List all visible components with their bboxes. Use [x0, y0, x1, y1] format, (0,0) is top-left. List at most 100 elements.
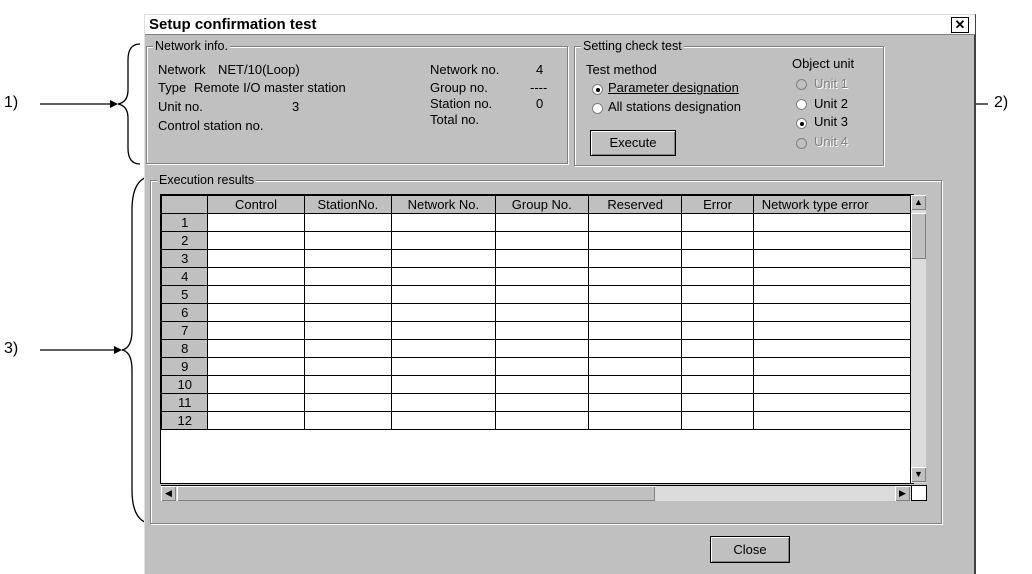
- table-row[interactable]: 9: [161, 357, 913, 376]
- table-cell[interactable]: [391, 285, 496, 304]
- table-cell[interactable]: [391, 375, 496, 394]
- row-number[interactable]: 5: [161, 285, 209, 304]
- table-row[interactable]: 4: [161, 267, 913, 286]
- table-cell[interactable]: [588, 213, 683, 232]
- table-cell[interactable]: [494, 321, 590, 340]
- table-cell[interactable]: [681, 375, 754, 394]
- table-cell[interactable]: [391, 249, 496, 268]
- unit3-label[interactable]: Unit 3: [814, 114, 848, 129]
- column-header[interactable]: Reserved: [588, 195, 683, 214]
- table-cell[interactable]: [588, 231, 683, 250]
- table-cell[interactable]: [207, 267, 305, 286]
- scroll-down-icon[interactable]: ▼: [911, 467, 926, 482]
- table-cell[interactable]: [681, 249, 754, 268]
- table-cell[interactable]: [391, 213, 496, 232]
- column-header[interactable]: Network type error: [752, 195, 913, 214]
- table-cell[interactable]: [752, 267, 913, 286]
- table-cell[interactable]: [303, 231, 393, 250]
- row-number[interactable]: 1: [161, 213, 209, 232]
- table-cell[interactable]: [681, 393, 754, 412]
- table-cell[interactable]: [752, 393, 913, 412]
- table-cell[interactable]: [303, 213, 393, 232]
- row-number[interactable]: 7: [161, 321, 209, 340]
- table-cell[interactable]: [681, 267, 754, 286]
- table-cell[interactable]: [207, 339, 305, 358]
- table-cell[interactable]: [303, 303, 393, 322]
- execute-button[interactable]: Execute: [590, 130, 676, 156]
- scroll-thumb[interactable]: [911, 213, 926, 259]
- column-header[interactable]: Error: [681, 195, 754, 214]
- row-number[interactable]: 11: [161, 393, 209, 412]
- table-cell[interactable]: [494, 267, 590, 286]
- table-cell[interactable]: [681, 213, 754, 232]
- table-cell[interactable]: [588, 357, 683, 376]
- scroll-right-icon[interactable]: ▶: [895, 486, 910, 501]
- table-cell[interactable]: [303, 267, 393, 286]
- table-cell[interactable]: [681, 321, 754, 340]
- table-cell[interactable]: [391, 393, 496, 412]
- close-icon[interactable]: ✕: [951, 17, 969, 33]
- table-cell[interactable]: [207, 357, 305, 376]
- scroll-left-icon[interactable]: ◀: [161, 486, 176, 501]
- table-cell[interactable]: [588, 375, 683, 394]
- row-number[interactable]: 4: [161, 267, 209, 286]
- table-cell[interactable]: [588, 321, 683, 340]
- table-row[interactable]: 5: [161, 285, 913, 304]
- table-cell[interactable]: [391, 321, 496, 340]
- table-cell[interactable]: [207, 231, 305, 250]
- table-cell[interactable]: [494, 339, 590, 358]
- table-row[interactable]: 8: [161, 339, 913, 358]
- table-row[interactable]: 6: [161, 303, 913, 322]
- table-cell[interactable]: [207, 249, 305, 268]
- table-cell[interactable]: [494, 375, 590, 394]
- table-cell[interactable]: [681, 303, 754, 322]
- table-cell[interactable]: [391, 339, 496, 358]
- table-cell[interactable]: [494, 303, 590, 322]
- table-cell[interactable]: [391, 303, 496, 322]
- table-cell[interactable]: [752, 375, 913, 394]
- table-row[interactable]: 3: [161, 249, 913, 268]
- table-cell[interactable]: [752, 231, 913, 250]
- table-cell[interactable]: [752, 213, 913, 232]
- table-cell[interactable]: [303, 285, 393, 304]
- results-grid[interactable]: Control StationNo. Network No. Group No.…: [160, 194, 914, 484]
- table-cell[interactable]: [391, 357, 496, 376]
- table-cell[interactable]: [303, 393, 393, 412]
- table-cell[interactable]: [588, 303, 683, 322]
- table-cell[interactable]: [494, 393, 590, 412]
- table-cell[interactable]: [207, 375, 305, 394]
- table-cell[interactable]: [391, 231, 496, 250]
- table-row[interactable]: 12: [161, 411, 913, 430]
- table-cell[interactable]: [588, 393, 683, 412]
- table-cell[interactable]: [752, 339, 913, 358]
- row-number[interactable]: 8: [161, 339, 209, 358]
- unit3-radio[interactable]: [796, 118, 807, 129]
- table-cell[interactable]: [391, 411, 496, 430]
- table-cell[interactable]: [681, 285, 754, 304]
- table-cell[interactable]: [494, 249, 590, 268]
- table-cell[interactable]: [681, 411, 754, 430]
- all-stations-radio[interactable]: [592, 103, 603, 114]
- table-cell[interactable]: [391, 267, 496, 286]
- vertical-scrollbar[interactable]: ▲ ▼: [910, 195, 926, 483]
- row-number[interactable]: 9: [161, 357, 209, 376]
- table-cell[interactable]: [588, 267, 683, 286]
- table-cell[interactable]: [681, 339, 754, 358]
- unit2-radio[interactable]: [796, 99, 807, 110]
- table-cell[interactable]: [207, 213, 305, 232]
- row-number[interactable]: 12: [161, 411, 209, 430]
- table-cell[interactable]: [207, 321, 305, 340]
- param-designation-label[interactable]: Parameter designation: [608, 80, 739, 95]
- table-cell[interactable]: [303, 249, 393, 268]
- table-cell[interactable]: [588, 285, 683, 304]
- table-cell[interactable]: [752, 321, 913, 340]
- table-cell[interactable]: [303, 411, 393, 430]
- table-cell[interactable]: [681, 231, 754, 250]
- table-cell[interactable]: [494, 357, 590, 376]
- table-cell[interactable]: [207, 303, 305, 322]
- table-cell[interactable]: [588, 411, 683, 430]
- all-stations-label[interactable]: All stations designation: [608, 99, 741, 114]
- table-cell[interactable]: [681, 357, 754, 376]
- table-cell[interactable]: [207, 285, 305, 304]
- table-cell[interactable]: [207, 393, 305, 412]
